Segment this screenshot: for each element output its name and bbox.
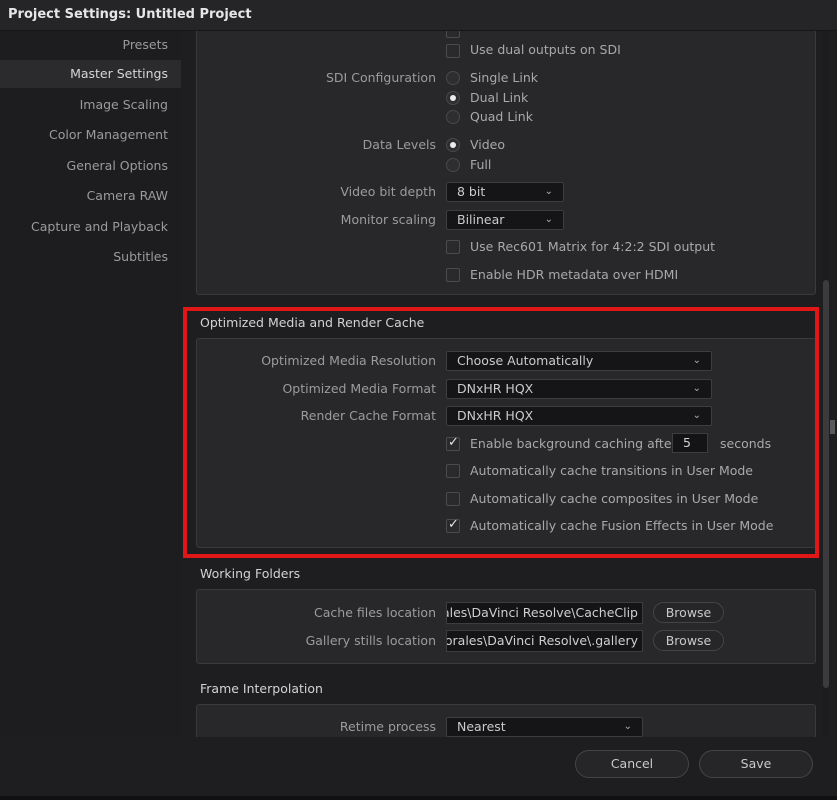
- dual-outputs-checkbox[interactable]: [446, 44, 460, 58]
- content-scrollbar-thumb[interactable]: [823, 280, 829, 688]
- data-levels-full-label: Full: [470, 157, 492, 172]
- video-bit-depth-dropdown[interactable]: 8 bit ⌄: [446, 182, 564, 202]
- cache-fusion-checkbox[interactable]: [446, 517, 460, 533]
- cache-transitions-label: Automatically cache transitions in User …: [470, 463, 754, 478]
- cache-composites-checkbox[interactable]: [446, 492, 460, 506]
- cache-files-location-field[interactable]: porales\DaVinci Resolve\CacheClip: [446, 602, 643, 624]
- working-folders-panel: [196, 589, 816, 664]
- chevron-down-icon: ⌄: [692, 410, 701, 421]
- hdr-metadata-checkbox[interactable]: [446, 268, 460, 282]
- sidebar-item-presets[interactable]: Presets: [0, 31, 181, 59]
- chevron-down-icon: ⌄: [692, 383, 701, 394]
- dual-outputs-label: Use dual outputs on SDI: [470, 42, 621, 57]
- sdi-quad-link-label: Quad Link: [470, 109, 533, 124]
- dialog-footer: Cancel Save: [0, 737, 837, 800]
- chevron-down-icon: ⌄: [544, 186, 553, 197]
- optimized-media-section-title: Optimized Media and Render Cache: [200, 315, 425, 330]
- monitor-scaling-value: Bilinear: [457, 212, 505, 227]
- working-folders-section-title: Working Folders: [200, 566, 301, 581]
- optimized-resolution-label: Optimized Media Resolution: [261, 353, 436, 368]
- sidebar-item-general-options[interactable]: General Options: [0, 152, 181, 180]
- monitor-scaling-dropdown[interactable]: Bilinear ⌄: [446, 210, 564, 230]
- partial-checkbox[interactable]: [446, 31, 460, 38]
- gallery-stills-location-field[interactable]: nporales\DaVinci Resolve\.gallery: [446, 630, 643, 652]
- rec601-label: Use Rec601 Matrix for 4:2:2 SDI output: [470, 239, 716, 254]
- chevron-down-icon: ⌄: [623, 721, 632, 732]
- sidebar-item-color-management[interactable]: Color Management: [0, 121, 181, 149]
- gallery-stills-location-label: Gallery stills location: [305, 633, 436, 648]
- render-cache-format-value: DNxHR HQX: [457, 408, 534, 423]
- seconds-label: seconds: [720, 436, 772, 451]
- video-bit-depth-value: 8 bit: [457, 184, 486, 199]
- frame-interpolation-section-title: Frame Interpolation: [200, 681, 323, 696]
- hdr-metadata-label: Enable HDR metadata over HDMI: [470, 267, 679, 282]
- retime-process-label: Retime process: [339, 719, 436, 734]
- sidebar-item-master-settings[interactable]: Master Settings: [0, 60, 181, 88]
- retime-process-value: Nearest: [457, 719, 506, 734]
- data-levels-label: Data Levels: [362, 137, 436, 152]
- gallery-browse-button[interactable]: Browse: [653, 630, 724, 651]
- cache-fusion-label: Automatically cache Fusion Effects in Us…: [470, 518, 774, 533]
- background-caching-checkbox[interactable]: [446, 435, 460, 451]
- sdi-quad-link-radio[interactable]: [446, 110, 460, 124]
- data-levels-video-radio[interactable]: [446, 138, 460, 152]
- save-button[interactable]: Save: [699, 750, 813, 778]
- chevron-down-icon: ⌄: [692, 355, 701, 366]
- optimized-format-dropdown[interactable]: DNxHR HQX ⌄: [446, 379, 712, 399]
- cancel-button[interactable]: Cancel: [575, 750, 689, 778]
- cache-transitions-checkbox[interactable]: [446, 464, 460, 478]
- sdi-single-link-label: Single Link: [470, 70, 538, 85]
- cache-composites-label: Automatically cache composites in User M…: [470, 491, 759, 506]
- cache-files-location-label: Cache files location: [314, 605, 436, 620]
- monitor-scaling-label: Monitor scaling: [340, 212, 436, 227]
- bottom-edge: [0, 796, 837, 800]
- retime-process-dropdown[interactable]: Nearest ⌄: [446, 717, 643, 737]
- optimized-format-value: DNxHR HQX: [457, 381, 534, 396]
- window-title: Project Settings: Untitled Project: [8, 7, 252, 22]
- sdi-single-link-radio[interactable]: [446, 71, 460, 85]
- optimized-resolution-dropdown[interactable]: Choose Automatically ⌄: [446, 351, 712, 371]
- optimized-resolution-value: Choose Automatically: [457, 353, 594, 368]
- title-bar: Project Settings: Untitled Project: [0, 0, 837, 31]
- optimized-format-label: Optimized Media Format: [282, 381, 436, 396]
- background-caching-label: Enable background caching after: [470, 436, 677, 451]
- sdi-dual-link-label: Dual Link: [470, 90, 529, 105]
- sdi-dual-link-radio[interactable]: [446, 91, 460, 105]
- settings-sidebar: Presets Master Settings Image Scaling Co…: [0, 31, 181, 751]
- data-levels-video-label: Video: [470, 137, 506, 152]
- sidebar-item-subtitles[interactable]: Subtitles: [0, 243, 181, 271]
- data-levels-full-radio[interactable]: [446, 158, 460, 172]
- sdi-configuration-label: SDI Configuration: [326, 70, 436, 85]
- video-bit-depth-label: Video bit depth: [340, 184, 436, 199]
- cache-browse-button[interactable]: Browse: [653, 602, 724, 623]
- resize-handle[interactable]: [830, 420, 835, 434]
- rec601-checkbox[interactable]: [446, 240, 460, 254]
- sidebar-item-image-scaling[interactable]: Image Scaling: [0, 91, 181, 119]
- sidebar-item-capture-playback[interactable]: Capture and Playback: [0, 213, 181, 241]
- settings-content: Use dual outputs on SDI SDI Configuratio…: [181, 31, 821, 737]
- background-caching-seconds-input[interactable]: 5: [672, 433, 708, 453]
- render-cache-format-label: Render Cache Format: [300, 408, 436, 423]
- chevron-down-icon: ⌄: [544, 214, 553, 225]
- render-cache-format-dropdown[interactable]: DNxHR HQX ⌄: [446, 406, 712, 426]
- sidebar-item-camera-raw[interactable]: Camera RAW: [0, 182, 181, 210]
